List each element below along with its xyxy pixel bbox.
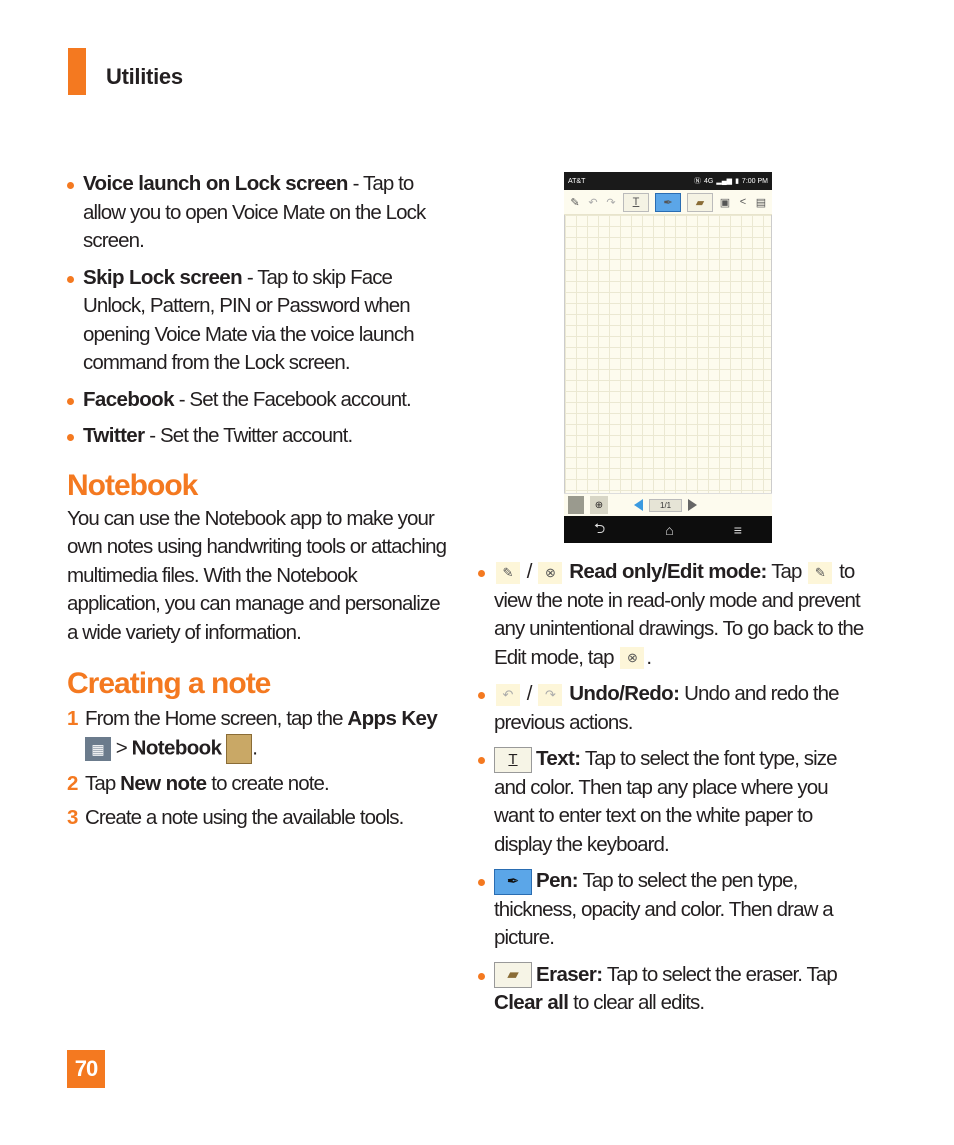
bullet-icon xyxy=(478,879,485,886)
edit-mode-icon: ✎ xyxy=(808,561,833,584)
item-desc: Tap to select the eraser. Tap xyxy=(602,962,838,986)
list-item: Skip Lock screen - Tap to skip Face Unlo… xyxy=(67,264,452,378)
pen-tool-icon[interactable]: ✒ xyxy=(655,192,681,212)
item-term: Voice launch on Lock screen xyxy=(83,172,348,195)
item-term: Facebook xyxy=(83,387,175,411)
notebook-label: Notebook xyxy=(131,735,222,759)
status-bar: AT&T Ⓝ 4G ▂▄▆ ▮ 7:00 PM xyxy=(564,172,772,190)
read-only-icon: ⊗ xyxy=(538,561,563,584)
zoom-icon[interactable]: ⊕ xyxy=(590,496,608,514)
bullet-icon xyxy=(478,570,485,577)
item-term: Eraser: xyxy=(536,962,603,986)
carrier-label: AT&T xyxy=(568,177,586,185)
back-icon[interactable]: ⮌ xyxy=(594,518,605,542)
bullet-icon xyxy=(67,182,74,189)
redo-icon[interactable]: ↷ xyxy=(605,196,617,209)
item-end: . xyxy=(646,645,652,669)
home-icon[interactable]: ⌂ xyxy=(665,522,673,538)
bullet-icon xyxy=(67,434,74,441)
separator: / xyxy=(522,560,537,583)
notebook-heading: Notebook xyxy=(67,468,198,502)
step-3: 3 Create a note using the available tool… xyxy=(67,804,452,833)
redo-icon: ↷ xyxy=(538,683,563,706)
note-canvas[interactable] xyxy=(564,215,772,493)
signal-icon: ▂▄▆ xyxy=(716,178,733,185)
eraser-tool-icon[interactable]: ▰ xyxy=(687,192,713,212)
bullet-icon xyxy=(67,275,74,283)
step-text: Create a note using the available tools. xyxy=(85,806,404,829)
read-mode-tab[interactable] xyxy=(568,496,584,514)
section-marker xyxy=(68,48,86,95)
save-icon[interactable]: ▤ xyxy=(755,196,767,209)
page-controls: ⊕ 1/1 xyxy=(564,493,772,516)
right-column: ✎ / ⊗ Read only/Edit mode: Tap ✎ to view… xyxy=(478,558,868,1026)
share-icon[interactable]: < xyxy=(737,196,749,209)
undo-icon[interactable]: ↶ xyxy=(587,196,599,209)
item-desc: - Set the Twitter account. xyxy=(144,424,353,447)
step-separator: > xyxy=(111,735,132,759)
creating-heading: Creating a note xyxy=(67,667,271,700)
item-desc: Tap xyxy=(766,560,807,583)
list-item: ✎ / ⊗ Read only/Edit mode: Tap ✎ to view… xyxy=(478,558,868,672)
item-desc: - Set the Facebook account. xyxy=(173,387,412,411)
prev-page-icon[interactable] xyxy=(634,499,643,511)
item-term: Pen: xyxy=(536,869,579,892)
item-term: Text: xyxy=(536,747,581,770)
notebook-app-icon xyxy=(226,733,253,764)
section-title: Utilities xyxy=(106,64,183,89)
text-tool-icon: T xyxy=(494,746,532,773)
step-text: From the Home screen, tap the xyxy=(85,707,348,730)
text-tool-icon[interactable]: T xyxy=(623,192,649,212)
clock: 7:00 PM xyxy=(741,177,768,185)
insert-image-icon[interactable]: ▣ xyxy=(719,196,731,209)
clear-all-label: Clear all xyxy=(494,991,569,1014)
phone-screenshot: AT&T Ⓝ 4G ▂▄▆ ▮ 7:00 PM ✎ ↶ ↷ T ✒ ▰ ▣ < … xyxy=(564,172,772,543)
notebook-toolbar: ✎ ↶ ↷ T ✒ ▰ ▣ < ▤ xyxy=(564,190,772,215)
item-term: Twitter xyxy=(83,424,145,447)
page-indicator: 1/1 xyxy=(649,498,683,512)
step-end: . xyxy=(252,735,258,759)
edit-mode-icon[interactable]: ✎ xyxy=(569,196,581,209)
list-item: T Text: Tap to select the font type, size… xyxy=(478,745,868,859)
step-number: 1 xyxy=(67,707,78,730)
list-item: Twitter - Set the Twitter account. xyxy=(67,422,452,451)
nav-bar: ⮌ ⌂ ≡ xyxy=(564,516,772,543)
step-number: 3 xyxy=(67,806,78,829)
item-term: Undo/Redo: xyxy=(569,682,680,705)
read-only-icon: ⊗ xyxy=(620,647,645,670)
list-item: Facebook - Set the Facebook account. xyxy=(67,386,452,415)
step-text: Tap xyxy=(85,771,121,795)
apps-key-label: Apps Key xyxy=(347,707,438,730)
item-term: Read only/Edit mode: xyxy=(569,560,767,583)
item-term: Skip Lock screen xyxy=(83,265,243,289)
item-desc: to clear all edits. xyxy=(568,991,705,1014)
new-note-label: New note xyxy=(120,771,207,795)
notebook-intro: You can use the Notebook app to make you… xyxy=(67,506,447,644)
undo-icon: ↶ xyxy=(496,683,520,706)
bullet-icon xyxy=(67,397,74,405)
separator: / xyxy=(522,682,537,705)
battery-icon: ▮ xyxy=(735,178,739,185)
menu-icon[interactable]: ≡ xyxy=(734,522,742,538)
page-number: 70 xyxy=(67,1050,105,1088)
step-1: 1 From the Home screen, tap the Apps Key… xyxy=(67,705,452,764)
pen-tool-icon: ✒ xyxy=(494,868,532,895)
list-item: ▰ Eraser: Tap to select the eraser. Tap C… xyxy=(478,961,868,1018)
bullet-icon xyxy=(478,692,485,699)
bullet-icon xyxy=(478,757,485,764)
bullet-icon xyxy=(478,972,485,980)
edit-mode-icon: ✎ xyxy=(496,561,520,584)
step-2: 2 Tap New note to create note. xyxy=(67,770,452,799)
nfc-icon: Ⓝ xyxy=(693,178,701,185)
step-text: to create note. xyxy=(206,771,329,795)
list-item: Voice launch on Lock screen - Tap to all… xyxy=(67,170,452,256)
step-number: 2 xyxy=(67,771,78,795)
network-icon: 4G xyxy=(703,177,714,185)
left-column: Voice launch on Lock screen - Tap to all… xyxy=(67,170,452,839)
list-item: ✒ Pen: Tap to select the pen type, thickn… xyxy=(478,867,868,953)
apps-grid-icon: ▦ xyxy=(85,736,111,761)
eraser-tool-icon: ▰ xyxy=(494,962,532,989)
next-page-icon[interactable] xyxy=(688,499,698,511)
list-item: ↶ / ↷ Undo/Redo: Undo and redo the previ… xyxy=(478,680,868,737)
